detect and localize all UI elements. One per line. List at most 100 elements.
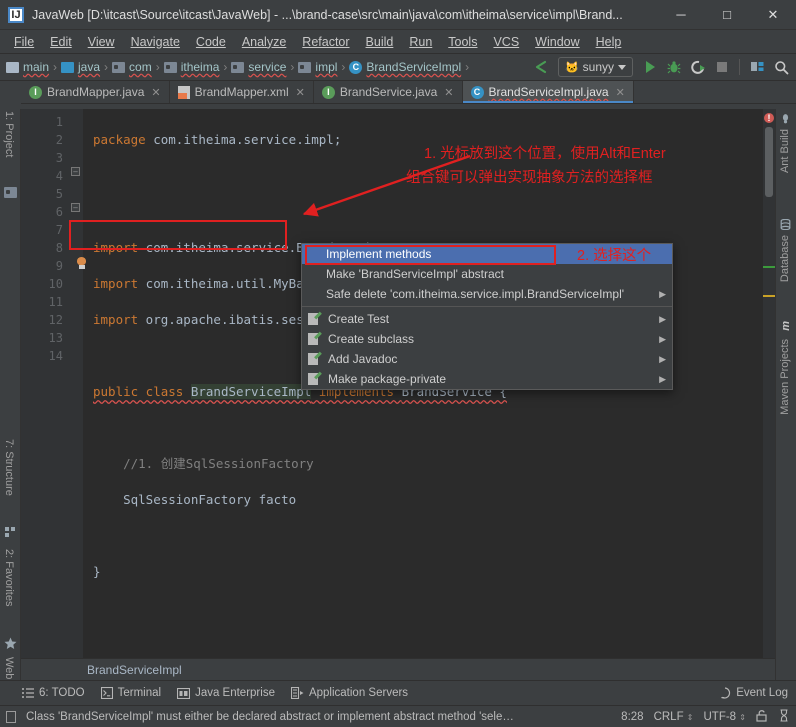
chevron-down-icon <box>618 65 626 70</box>
sidebar-item-structure[interactable]: 7: Structure <box>3 439 15 496</box>
menu-item-make-package-private[interactable]: Make package-private ▶ <box>302 369 672 389</box>
menu-build[interactable]: Build <box>358 33 402 51</box>
close-icon[interactable]: ✕ <box>296 86 305 99</box>
menu-code[interactable]: Code <box>188 33 234 51</box>
menu-item-safe-delete[interactable]: Safe delete 'com.itheima.service.impl.Br… <box>302 284 672 304</box>
fold-collapse-icon[interactable]: – <box>71 167 80 176</box>
close-icon[interactable]: ✕ <box>151 86 160 99</box>
menu-item-make-abstract[interactable]: Make 'BrandServiceImpl' abstract <box>302 264 672 284</box>
fold-collapse-icon[interactable]: – <box>71 203 80 212</box>
class-icon: C <box>349 61 362 74</box>
breadcrumb-java[interactable]: java <box>61 60 100 74</box>
editor-marker-bar[interactable]: ! <box>763 109 775 658</box>
tab-brandservice-java[interactable]: I BrandService.java ✕ <box>314 81 463 103</box>
editor-breadcrumb[interactable]: BrandServiceImpl <box>21 658 775 680</box>
menu-item-create-test[interactable]: Create Test ▶ <box>302 309 672 329</box>
encoding-label: UTF-8 <box>704 711 737 723</box>
menu-file-label: File <box>14 35 34 49</box>
menu-item-create-subclass[interactable]: Create subclass ▶ <box>302 329 672 349</box>
tool-window-application-servers[interactable]: Application Servers <box>291 687 408 699</box>
run-button[interactable] <box>639 56 661 78</box>
annotation-note-1-line-1: 1. 光标放到这个位置，使用Alt和Enter <box>424 143 666 165</box>
breadcrumb-itheima[interactable]: itheima <box>164 60 220 74</box>
sidebar-item-maven-projects[interactable]: Maven Projects <box>779 339 791 415</box>
sidebar-item-project[interactable]: 1: Project <box>3 111 15 157</box>
line-number: 6 <box>21 203 63 221</box>
sidebar-item-web[interactable]: Web <box>3 657 15 679</box>
chevron-updown-icon: ⇕ <box>687 714 694 722</box>
line-number: 10 <box>21 275 63 293</box>
intention-bulb-icon[interactable] <box>77 221 87 233</box>
menu-run[interactable]: Run <box>401 33 440 51</box>
menu-refactor[interactable]: Refactor <box>294 33 357 51</box>
run-configuration-selector[interactable]: 🐱 sunyy <box>558 57 633 77</box>
project-structure-button[interactable] <box>746 56 768 78</box>
menu-window[interactable]: Window <box>527 33 587 51</box>
todo-icon <box>22 688 34 699</box>
menu-item-add-javadoc[interactable]: Add Javadoc ▶ <box>302 349 672 369</box>
sidebar-item-favorites[interactable]: 2: Favorites <box>3 549 15 606</box>
tool-window-label: Terminal <box>118 687 161 699</box>
interface-icon: I <box>29 86 42 99</box>
tab-brandmapper-java[interactable]: I BrandMapper.java ✕ <box>21 81 170 103</box>
yellow-bulb-icon <box>308 288 319 300</box>
back-icon[interactable] <box>530 56 552 78</box>
close-icon[interactable]: ✕ <box>444 86 453 99</box>
package-icon <box>298 62 311 73</box>
sidebar-item-database[interactable]: Database <box>779 235 791 282</box>
inspection-indicator-icon[interactable] <box>778 709 790 725</box>
status-bar-right: 8:28 CRLF ⇕ UTF-8 ⇕ <box>621 709 790 725</box>
minimize-button[interactable]: ─ <box>658 0 704 30</box>
breadcrumb-service[interactable]: service <box>231 60 286 74</box>
menu-navigate[interactable]: Navigate <box>123 33 188 51</box>
tool-window-event-log[interactable]: Event Log <box>719 687 788 699</box>
menu-analyze[interactable]: Analyze <box>234 33 294 51</box>
code-folding-gutter[interactable]: – – <box>69 109 83 658</box>
code-token: package <box>93 132 146 147</box>
menu-view[interactable]: View <box>80 33 123 51</box>
caret-position[interactable]: 8:28 <box>621 711 643 723</box>
code-token: import <box>93 312 138 327</box>
tool-window-label: Event Log <box>736 687 788 699</box>
sidebar-item-ant-build[interactable]: Ant Build <box>779 129 791 173</box>
menu-edit[interactable]: Edit <box>42 33 80 51</box>
line-separator-selector[interactable]: CRLF ⇕ <box>654 711 694 723</box>
tool-window-terminal[interactable]: Terminal <box>101 687 161 699</box>
lock-icon[interactable] <box>756 709 768 725</box>
run-with-coverage-button[interactable] <box>687 56 709 78</box>
search-everywhere-button[interactable] <box>770 56 792 78</box>
tomcat-cat-icon: 🐱 <box>565 61 579 74</box>
menu-help[interactable]: Help <box>588 33 630 51</box>
close-button[interactable]: ✕ <box>750 0 796 30</box>
code-token: } <box>93 564 101 579</box>
tab-brandserviceimpl-java[interactable]: C BrandServiceImpl.java ✕ <box>463 81 634 103</box>
main-content: 1: Project 7: Structure 2: Favorites Web <box>0 109 796 680</box>
package-icon <box>112 62 125 73</box>
error-marker-icon[interactable]: ! <box>764 113 774 123</box>
menu-tools[interactable]: Tools <box>440 33 485 51</box>
tab-label: BrandMapper.xml <box>195 85 289 99</box>
breadcrumb-com[interactable]: com <box>112 60 152 74</box>
terminal-icon <box>101 687 113 699</box>
breadcrumb-main[interactable]: main <box>6 60 49 74</box>
database-icon <box>780 219 791 230</box>
menu-tools-label: Tools <box>448 35 477 49</box>
debug-button[interactable] <box>663 56 685 78</box>
encoding-selector[interactable]: UTF-8 ⇕ <box>704 711 747 723</box>
breadcrumb-class[interactable]: C BrandServiceImpl <box>349 60 461 74</box>
tool-window-todo[interactable]: 6: TODO <box>22 687 85 699</box>
editor-scrollbar-thumb[interactable] <box>765 127 773 197</box>
code-token: com.itheima.service.impl; <box>146 132 342 147</box>
stop-button[interactable] <box>711 56 733 78</box>
line-number: 8 <box>21 239 63 257</box>
menu-item-label: Create subclass <box>328 332 414 346</box>
menu-vcs[interactable]: VCS <box>485 33 527 51</box>
close-icon[interactable]: ✕ <box>616 86 625 99</box>
line-number: 11 <box>21 293 63 311</box>
tab-brandmapper-xml[interactable]: BrandMapper.xml ✕ <box>170 81 314 103</box>
breadcrumb-impl[interactable]: impl <box>298 60 337 74</box>
maximize-button[interactable]: □ <box>704 0 750 30</box>
navigation-bar: main › java › com › itheima › service › … <box>0 54 796 81</box>
menu-file[interactable]: File <box>6 33 42 51</box>
tool-window-java-enterprise[interactable]: Java Enterprise <box>177 687 275 699</box>
